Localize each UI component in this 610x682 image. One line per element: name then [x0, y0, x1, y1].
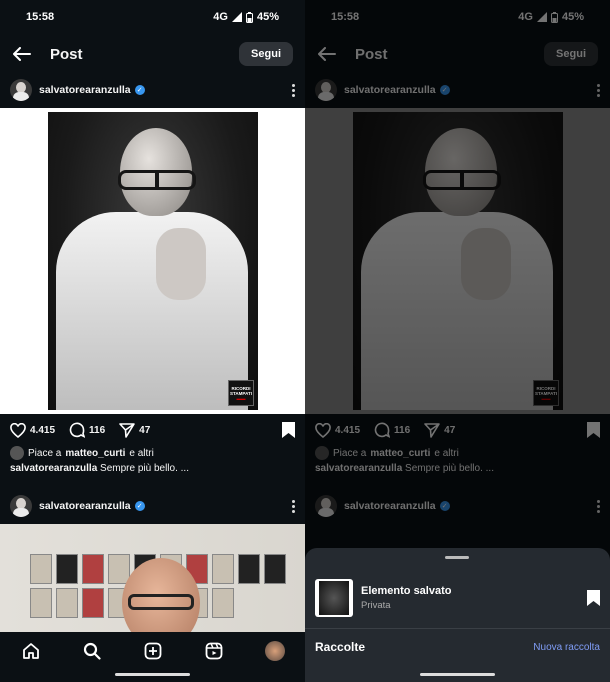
follow-button[interactable]: Segui — [239, 42, 293, 66]
share-icon[interactable] — [119, 422, 135, 438]
comment-icon[interactable] — [374, 422, 391, 438]
share-icon[interactable] — [424, 422, 440, 438]
portrait-photo: RICORDI STAMPATI ▬▬ — [48, 112, 258, 410]
shares-count[interactable]: 47 — [139, 425, 150, 436]
portrait-photo: RICORDI STAMPATI ▬▬ — [353, 112, 563, 410]
page-title: Post — [355, 45, 388, 63]
network-label: 4G — [518, 11, 533, 23]
next-post-image[interactable] — [0, 524, 305, 632]
verified-icon: ✓ — [134, 85, 145, 95]
sheet-drag-handle[interactable] — [445, 556, 469, 559]
home-indicator — [115, 673, 190, 676]
network-label: 4G — [213, 11, 228, 23]
avatar[interactable] — [315, 79, 337, 101]
likes-count[interactable]: 4.415 — [30, 425, 55, 436]
post-image[interactable]: RICORDI STAMPATI ▬▬ — [0, 108, 305, 414]
back-arrow-icon[interactable] — [317, 44, 337, 64]
more-icon[interactable] — [291, 83, 295, 97]
liked-by-row: Piace a matteo_curti e altri — [315, 446, 600, 460]
more-icon[interactable] — [596, 499, 600, 513]
post-header: salvatorearanzulla ✓ — [0, 74, 305, 106]
verified-icon: ✓ — [439, 85, 450, 95]
status-bar: 15:58 4G 45% — [305, 0, 610, 34]
battery-icon — [245, 11, 253, 23]
bookmark-icon[interactable] — [587, 590, 600, 606]
comments-count[interactable]: 116 — [394, 425, 410, 436]
collections-label: Raccolte — [315, 640, 366, 654]
likes-count[interactable]: 4.415 — [335, 425, 360, 436]
post-header: salvatorearanzulla ✓ — [305, 74, 610, 106]
profile-icon[interactable] — [264, 640, 286, 662]
post-caption[interactable]: salvatorearanzulla Sempre più bello. ... — [10, 463, 295, 474]
saved-title: Elemento salvato — [361, 585, 452, 597]
divider — [305, 628, 610, 629]
photo-logo: RICORDI STAMPATI ▬▬ — [228, 380, 254, 406]
saved-item-row[interactable]: Elemento salvato Privata — [315, 578, 600, 618]
liked-by-user[interactable]: matteo_curti — [370, 448, 430, 459]
page-title: Post — [50, 45, 83, 63]
verified-icon: ✓ — [439, 501, 450, 511]
shares-count[interactable]: 47 — [444, 425, 455, 436]
next-post-username[interactable]: salvatorearanzulla — [39, 500, 131, 512]
battery-label: 45% — [561, 11, 584, 23]
status-time: 15:58 — [26, 11, 55, 23]
battery-label: 45% — [256, 11, 279, 23]
post-actions: 4.415 116 47 — [0, 418, 305, 442]
post-username[interactable]: salvatorearanzulla — [344, 84, 436, 96]
post-caption[interactable]: salvatorearanzulla Sempre più bello. ... — [315, 463, 600, 474]
saved-thumbnail — [315, 579, 353, 617]
post-username[interactable]: salvatorearanzulla — [39, 84, 131, 96]
comment-icon[interactable] — [69, 422, 86, 438]
search-icon[interactable] — [81, 640, 103, 662]
liker-avatar — [315, 446, 329, 460]
phone-left: 15:58 4G 45% Post Segui salvatorearanzul… — [0, 0, 305, 682]
heart-icon[interactable] — [10, 422, 26, 438]
phone-right: 15:58 4G 45% Post Segui salvatorearanzul… — [305, 0, 610, 682]
create-icon[interactable] — [142, 640, 164, 662]
avatar[interactable] — [10, 79, 32, 101]
post-image[interactable]: RICORDI STAMPATI ▬▬ — [305, 108, 610, 414]
signal-icon — [536, 12, 547, 22]
status-bar: 15:58 4G 45% — [0, 0, 305, 34]
app-bar: Post Segui — [0, 34, 305, 74]
comments-count[interactable]: 116 — [89, 425, 105, 436]
post-actions: 4.415 116 47 — [305, 418, 610, 442]
collections-row: Raccolte Nuova raccolta — [315, 636, 600, 658]
heart-icon[interactable] — [315, 422, 331, 438]
liked-by-row: Piace a matteo_curti e altri — [10, 446, 295, 460]
signal-icon — [231, 12, 242, 22]
avatar[interactable] — [315, 495, 337, 517]
back-arrow-icon[interactable] — [12, 44, 32, 64]
more-icon[interactable] — [596, 83, 600, 97]
liker-avatar — [10, 446, 24, 460]
saved-subtitle: Privata — [361, 600, 391, 611]
home-indicator — [420, 673, 495, 676]
next-post-header: salvatorearanzulla ✓ — [0, 490, 305, 522]
avatar[interactable] — [10, 495, 32, 517]
bookmark-icon[interactable] — [282, 422, 295, 438]
photo-logo: RICORDI STAMPATI ▬▬ — [533, 380, 559, 406]
liked-by-user[interactable]: matteo_curti — [65, 448, 125, 459]
home-icon[interactable] — [20, 640, 42, 662]
more-icon[interactable] — [291, 499, 295, 513]
status-time: 15:58 — [331, 11, 360, 23]
next-post-username[interactable]: salvatorearanzulla — [344, 500, 436, 512]
battery-icon — [550, 11, 558, 23]
bookmark-icon[interactable] — [587, 422, 600, 438]
reels-icon[interactable] — [203, 640, 225, 662]
next-post-header: salvatorearanzulla ✓ — [305, 490, 610, 522]
verified-icon: ✓ — [134, 501, 145, 511]
app-bar: Post Segui — [305, 34, 610, 74]
saved-bottom-sheet: Elemento salvato Privata Raccolte Nuova … — [305, 548, 610, 682]
follow-button[interactable]: Segui — [544, 42, 598, 66]
new-collection-link[interactable]: Nuova raccolta — [533, 642, 600, 653]
